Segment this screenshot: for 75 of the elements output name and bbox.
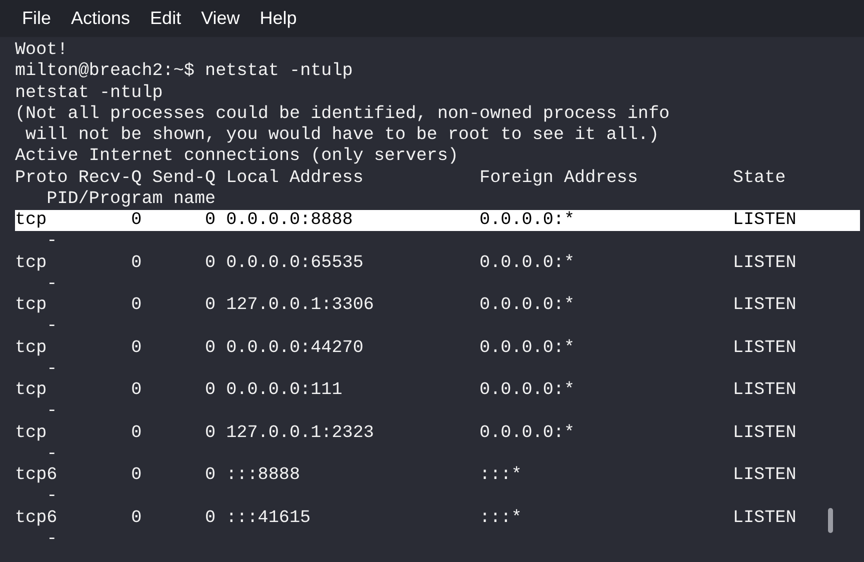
table-cell-text: 127.0.0.1:2323 xyxy=(225,422,374,444)
table-cell: LISTEN xyxy=(732,338,796,359)
table-cell-text: :::41615 xyxy=(225,508,311,529)
table-cell: - xyxy=(46,444,58,464)
table-cell: tcp xyxy=(15,295,47,316)
table-cell: - xyxy=(46,358,58,379)
table-cell: LISTEN xyxy=(732,210,796,232)
table-cell: tcp xyxy=(15,380,47,402)
table-cell: 0 xyxy=(131,338,142,359)
column-header: Local Address xyxy=(225,168,364,189)
table-cell: 0 xyxy=(131,210,142,232)
terminal-line: (Not all processes could be identified, non-owned process info xyxy=(15,104,670,125)
table-cell-text: 0.0.0.0:65535 xyxy=(225,252,364,274)
terminal-line: Woot! xyxy=(15,40,68,62)
table-cell: 0 xyxy=(131,295,142,316)
table-cell: LISTEN xyxy=(732,422,796,444)
table-cell: - xyxy=(46,401,58,422)
column-header: Recv-Q xyxy=(78,168,142,189)
menu-item[interactable]: Help xyxy=(260,8,297,29)
table-cell: tcp xyxy=(15,252,47,274)
table-cell: 0 xyxy=(131,252,142,274)
table-cell: 0 xyxy=(131,422,142,444)
menu-item[interactable]: File xyxy=(22,8,52,29)
table-cell: 0 xyxy=(205,422,216,444)
terminal-line: netstat -ntulp xyxy=(15,82,163,104)
table-cell: 0.0.0.0:* xyxy=(480,252,575,274)
table-cell: - xyxy=(46,231,58,252)
table-cell: 0.0.0.0:* xyxy=(480,380,575,402)
table-cell-text: 0.0.0.0:8888 xyxy=(225,210,353,232)
table-cell: 0.0.0.0:* xyxy=(480,422,575,444)
table-cell: LISTEN xyxy=(732,380,796,402)
table-cell: - xyxy=(46,274,58,294)
column-header: State xyxy=(732,168,786,189)
menu-item[interactable]: View xyxy=(201,8,240,29)
table-cell: 0 xyxy=(205,295,216,316)
table-cell: tcp6 xyxy=(15,465,58,486)
table-cell-text: :::8888 xyxy=(225,465,300,486)
column-header: Foreign Address xyxy=(480,168,638,189)
column-header: PID/Program name xyxy=(46,188,216,209)
column-header: Proto xyxy=(15,168,68,189)
table-cell: - xyxy=(46,316,58,336)
table-cell: 0 xyxy=(205,210,216,232)
table-cell: - xyxy=(46,528,58,549)
table-cell: 0.0.0.0:* xyxy=(480,338,575,359)
table-cell: 0.0.0.0:* xyxy=(480,295,575,316)
table-cell: :::* xyxy=(480,508,522,529)
table-cell: 0 xyxy=(131,380,142,402)
table-cell: 0 xyxy=(205,338,216,359)
terminal-line: Active Internet connections (only servers) xyxy=(15,146,458,168)
table-cell-text: 0.0.0.0:44270 xyxy=(225,338,364,359)
table-cell: 0 xyxy=(205,252,216,274)
menu-item[interactable]: Actions xyxy=(71,8,130,29)
table-cell-text: 0.0.0.0:111 xyxy=(225,380,342,402)
table-cell: LISTEN xyxy=(732,295,796,316)
terminal-line: will not be shown, you would have to be root to see it all.) xyxy=(24,125,660,146)
column-header: Send-Q xyxy=(152,168,216,189)
table-cell: 0 xyxy=(131,465,142,486)
table-cell: tcp xyxy=(15,338,47,359)
table-cell: 0 xyxy=(205,465,216,486)
table-cell: tcp xyxy=(15,210,47,232)
table-cell: LISTEN xyxy=(732,252,796,274)
table-cell-text: 127.0.0.1:3306 xyxy=(225,295,374,316)
scrollbar-thumb[interactable] xyxy=(828,508,833,533)
table-cell: 0 xyxy=(131,508,142,529)
table-cell: LISTEN xyxy=(732,508,796,529)
table-cell: 0.0.0.0:* xyxy=(480,210,575,232)
table-cell: LISTEN xyxy=(732,465,796,486)
table-cell: :::* xyxy=(480,465,522,486)
table-cell: 0 xyxy=(205,508,216,529)
table-cell: - xyxy=(46,486,58,506)
table-cell: 0 xyxy=(205,380,216,402)
table-cell: tcp6 xyxy=(15,508,58,529)
terminal-line: milton@breach2:~$ netstat -ntulp xyxy=(15,61,353,82)
table-cell: tcp xyxy=(15,422,47,444)
menu-item[interactable]: Edit xyxy=(150,8,182,29)
